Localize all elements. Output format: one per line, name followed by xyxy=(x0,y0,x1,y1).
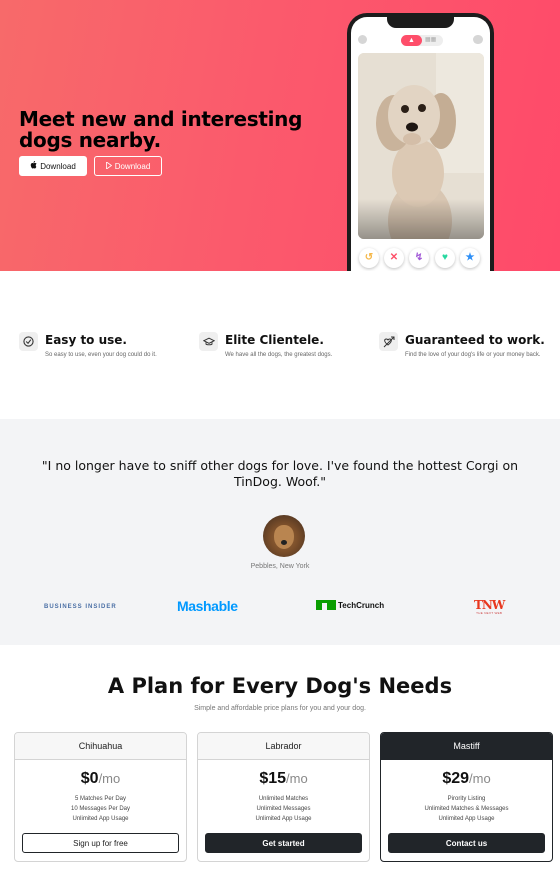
plan-feature: 5 Matches Per Day xyxy=(74,796,127,802)
avatar-nose xyxy=(281,540,287,545)
plan-feature: 10 Messages Per Day xyxy=(70,806,131,812)
tnw-subtitle: THE NEXT WEB xyxy=(476,611,503,615)
plan-features: 5 Matches Per Day 10 Messages Per Day Un… xyxy=(15,794,186,824)
flame-icon: ▲ xyxy=(401,35,422,46)
feature-title: Elite Clientele. xyxy=(225,333,324,347)
plan-feature: Unlimited App Usage xyxy=(255,816,312,822)
contact-us-button[interactable]: Contact us xyxy=(388,833,545,853)
plan-name: Chihuahua xyxy=(15,733,186,760)
check-circle-icon xyxy=(19,332,38,351)
techcrunch-mark-icon xyxy=(316,600,336,610)
plan-feature: Pirority Listing xyxy=(447,796,486,802)
dog-photo xyxy=(358,53,484,239)
plan-name: Labrador xyxy=(198,733,369,760)
plan-features: Pirority Listing Unlimited Matches & Mes… xyxy=(381,794,552,824)
play-store-icon xyxy=(105,160,112,171)
plan-price-period: /mo xyxy=(286,771,308,786)
avatar-face xyxy=(274,525,294,549)
plan-price-amount: $0 xyxy=(80,770,99,787)
phone-mockup: ▲ ▦▦ ↺ ✕ ↯ ♥ ★ xyxy=(347,13,494,271)
techcrunch-logo: TechCrunch xyxy=(316,600,384,610)
grid-icon: ▦▦ xyxy=(425,37,437,43)
close-icon[interactable]: ✕ xyxy=(384,248,404,268)
tnw-logo: TNW THE NEXT WEB xyxy=(474,598,505,615)
plan-price-period: /mo xyxy=(98,771,121,786)
play-download-button[interactable]: Download xyxy=(94,156,162,176)
plan-price-period: /mo xyxy=(469,771,491,786)
plan-price: $0/mo xyxy=(15,770,186,788)
plan-feature: Unlimited Messages xyxy=(256,806,311,812)
tnw-mark: TNW xyxy=(474,598,505,612)
plan-feature: Unlimited App Usage xyxy=(72,816,129,822)
plan-features: Unlimited Matches Unlimited Messages Unl… xyxy=(198,794,369,824)
avatar xyxy=(263,515,305,557)
techcrunch-wordmark: TechCrunch xyxy=(338,600,385,610)
rewind-icon[interactable]: ↺ xyxy=(359,248,379,268)
phone-notch xyxy=(387,17,454,28)
plan-name: Mastiff xyxy=(381,733,552,760)
sign-up-free-button[interactable]: Sign up for free xyxy=(22,833,179,853)
business-insider-logo: BUSINESS INSIDER xyxy=(44,604,117,610)
graduation-cap-icon xyxy=(199,332,218,351)
plan-card-chihuahua: Chihuahua $0/mo 5 Matches Per Day 10 Mes… xyxy=(14,732,187,862)
hero-headline: Meet new and interesting dogs nearby. xyxy=(19,107,303,152)
plan-card-mastiff: Mastiff $29/mo Pirority Listing Unlimite… xyxy=(380,732,553,862)
app-header: ▲ ▦▦ xyxy=(351,33,490,49)
plan-price-amount: $15 xyxy=(259,770,287,787)
testimonial-section: "I no longer have to sniff other dogs fo… xyxy=(0,419,560,645)
plan-price: $29/mo xyxy=(381,770,552,788)
feature-desc: Find the love of your dog's life or your… xyxy=(405,352,541,358)
apple-icon xyxy=(30,161,37,171)
feature-desc: So easy to use, even your dog could do i… xyxy=(45,352,157,358)
plan-price: $15/mo xyxy=(198,770,369,788)
mode-toggle: ▲ ▦▦ xyxy=(401,35,443,46)
profile-icon xyxy=(358,35,367,44)
chat-icon xyxy=(473,35,483,44)
lightning-icon[interactable]: ↯ xyxy=(409,248,429,268)
star-icon[interactable]: ★ xyxy=(460,248,480,268)
apple-download-label: Download xyxy=(40,161,76,171)
mashable-logo: Mashable xyxy=(177,598,238,614)
testimonial-quote: "I no longer have to sniff other dogs fo… xyxy=(41,458,519,489)
action-bar: ↺ ✕ ↯ ♥ ★ xyxy=(351,248,490,270)
pricing-title: A Plan for Every Dog's Needs xyxy=(107,674,453,698)
plan-feature: Unlimited Matches & Messages xyxy=(424,806,509,812)
plan-price-amount: $29 xyxy=(442,770,470,787)
heart-arrow-icon xyxy=(379,332,398,351)
heart-icon[interactable]: ♥ xyxy=(435,248,455,268)
feature-title: Guaranteed to work. xyxy=(405,333,545,347)
hero-section: Meet new and interesting dogs nearby. Do… xyxy=(0,0,560,271)
phone-screen: ▲ ▦▦ ↺ ✕ ↯ ♥ ★ xyxy=(351,17,490,271)
apple-download-button[interactable]: Download xyxy=(19,156,87,176)
play-download-label: Download xyxy=(114,161,151,171)
get-started-button[interactable]: Get started xyxy=(205,833,362,853)
plan-feature: Unlimited App Usage xyxy=(438,816,495,822)
feature-desc: We have all the dogs, the greatest dogs. xyxy=(225,352,333,358)
feature-title: Easy to use. xyxy=(45,333,127,347)
testimonial-author: Pebbles, New York xyxy=(250,563,310,570)
plan-feature: Unlimited Matches xyxy=(258,796,309,802)
photo-shade xyxy=(358,199,484,239)
plan-card-labrador: Labrador $15/mo Unlimited Matches Unlimi… xyxy=(197,732,370,862)
pricing-subtitle: Simple and affordable price plans for yo… xyxy=(194,705,366,712)
